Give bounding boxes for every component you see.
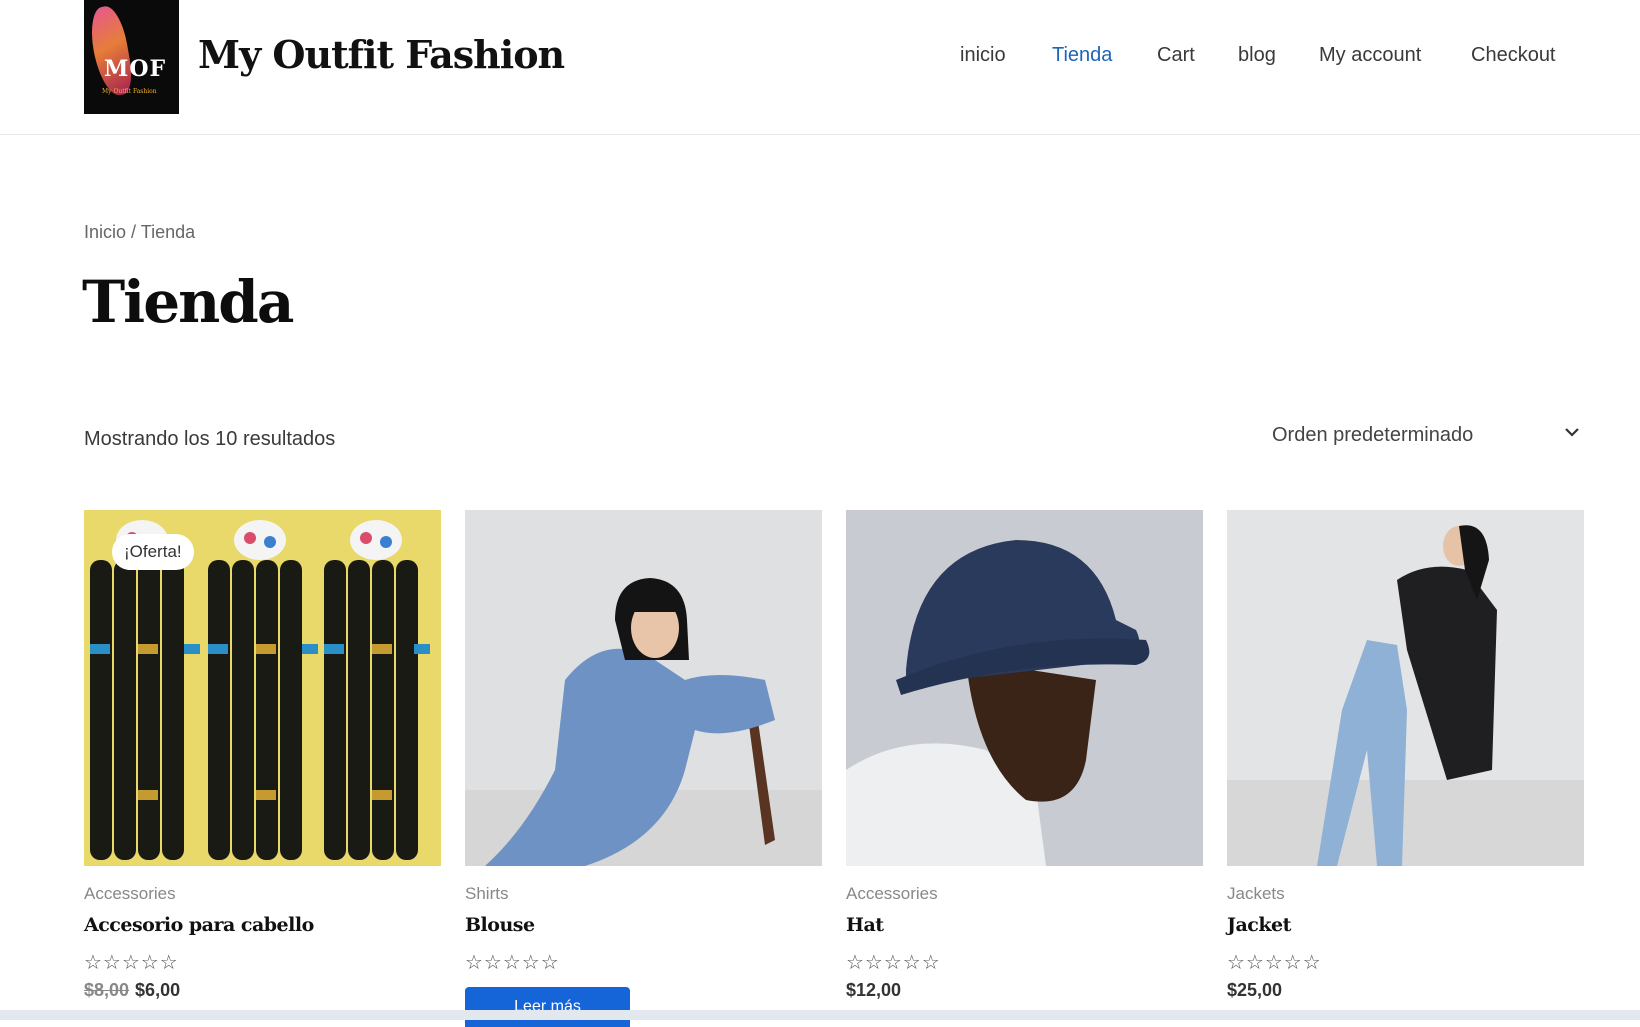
product-price: $8,00 $6,00	[84, 980, 180, 1001]
sale-badge: ¡Oferta!	[112, 534, 194, 570]
product-category[interactable]: Shirts	[465, 884, 508, 904]
product-category[interactable]: Accessories	[846, 884, 938, 904]
product-image[interactable]: ¡Oferta!	[84, 510, 441, 866]
product-card: Jackets Jacket ☆☆☆☆☆ $25,00	[1227, 510, 1584, 1000]
logo-figure	[86, 3, 136, 99]
product-image[interactable]	[465, 510, 822, 866]
site-logo[interactable]: MOF My Outfit Fashion	[84, 0, 179, 114]
nav-tienda[interactable]: Tienda	[1052, 44, 1112, 67]
breadcrumb: Inicio / Tienda	[84, 222, 195, 243]
logo-text: MOF	[104, 56, 167, 82]
sale-price: $6,00	[135, 980, 181, 1000]
product-image[interactable]	[1227, 510, 1584, 866]
product-category[interactable]: Jackets	[1227, 884, 1285, 904]
star-rating-icon: ☆☆☆☆☆	[465, 950, 560, 974]
site-title[interactable]: My Outfit Fashion	[198, 32, 565, 77]
nav-blog[interactable]: blog	[1238, 44, 1276, 67]
product-title[interactable]: Hat	[846, 914, 884, 936]
star-rating-icon: ☆☆☆☆☆	[84, 950, 179, 974]
star-rating-icon: ☆☆☆☆☆	[1227, 950, 1322, 974]
product-image[interactable]	[846, 510, 1203, 866]
product-title[interactable]: Blouse	[465, 914, 535, 936]
sort-select-value: Orden predeterminado	[1272, 424, 1474, 446]
nav-my-account[interactable]: My account	[1319, 44, 1421, 67]
product-card: Accessories Hat ☆☆☆☆☆ $12,00	[846, 510, 1203, 1000]
star-rating-icon: ☆☆☆☆☆	[846, 950, 941, 974]
product-price: $25,00	[1227, 980, 1283, 1000]
product-price: $12,00	[846, 980, 902, 1000]
breadcrumb-home[interactable]: Inicio	[84, 222, 126, 242]
product-card: Shirts Blouse ☆☆☆☆☆ Leer más	[465, 510, 822, 1027]
breadcrumb-separator: /	[131, 222, 137, 242]
logo-subtext: My Outfit Fashion	[102, 88, 157, 95]
site-header: MOF My Outfit Fashion My Outfit Fashion …	[0, 0, 1640, 135]
nav-inicio[interactable]: inicio	[960, 44, 1006, 67]
window-bottom-edge	[0, 1010, 1640, 1020]
chevron-down-icon	[1565, 428, 1579, 437]
product-title[interactable]: Jacket	[1227, 914, 1291, 936]
nav-checkout[interactable]: Checkout	[1471, 44, 1556, 67]
result-count: Mostrando los 10 resultados	[84, 428, 336, 450]
sort-select[interactable]: Orden predeterminado	[1262, 412, 1582, 452]
old-price: $8,00	[84, 980, 130, 1000]
product-category[interactable]: Accessories	[84, 884, 176, 904]
product-card: ¡Oferta! Accessories Accesorio para cabe…	[84, 510, 441, 1000]
nav-cart[interactable]: Cart	[1157, 44, 1195, 67]
page-title: Tienda	[82, 268, 294, 336]
product-title[interactable]: Accesorio para cabello	[84, 914, 314, 936]
read-more-button[interactable]: Leer más	[465, 987, 630, 1027]
breadcrumb-current: Tienda	[140, 222, 196, 242]
